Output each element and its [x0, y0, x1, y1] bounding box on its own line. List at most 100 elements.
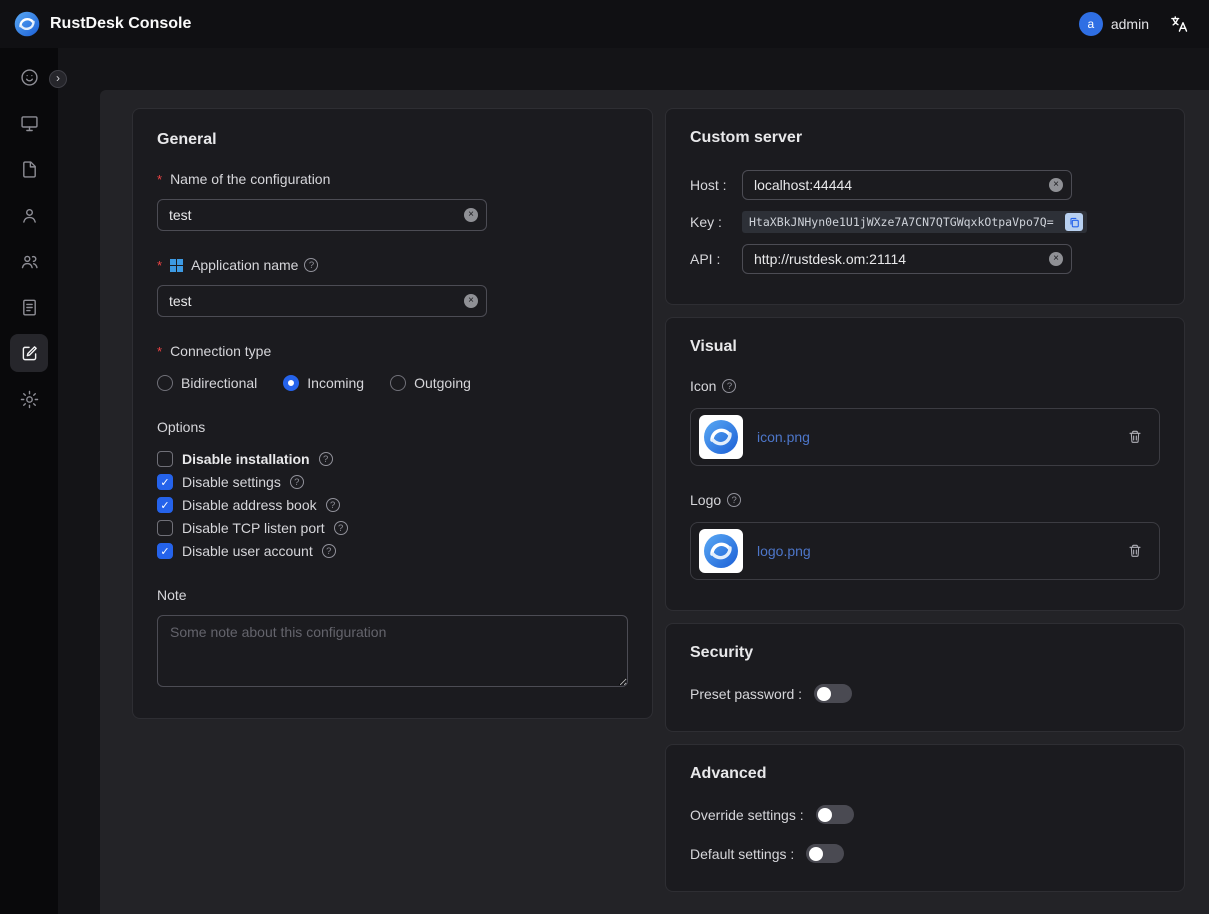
- clear-icon[interactable]: [1049, 252, 1063, 266]
- radio-dot-icon: [157, 375, 173, 391]
- default-settings-toggle[interactable]: [806, 844, 844, 863]
- general-card: General Name of the configuration Applic…: [132, 108, 653, 719]
- checkbox-disable-address-book[interactable]: Disable address book: [157, 497, 628, 513]
- required-asterisk: [157, 343, 164, 359]
- user-menu[interactable]: a admin: [1079, 12, 1149, 36]
- logo-file-box: logo.png: [690, 522, 1160, 580]
- app-title: RustDesk Console: [50, 15, 191, 33]
- custom-server-title: Custom server: [690, 129, 1160, 147]
- host-label: Host :: [690, 177, 742, 193]
- logs-icon: [19, 297, 40, 318]
- translate-icon[interactable]: [1169, 14, 1189, 34]
- preset-password-toggle[interactable]: [814, 684, 852, 703]
- icon-file-box: icon.png: [690, 408, 1160, 466]
- sidebar-item-devices[interactable]: [10, 104, 48, 142]
- delete-icon[interactable]: [1127, 429, 1143, 445]
- options-label: Options: [157, 419, 628, 435]
- radio-dot-icon: [283, 375, 299, 391]
- advanced-card: Advanced Override settings : Default set…: [665, 744, 1185, 892]
- radio-label: Incoming: [307, 375, 364, 391]
- checkbox-icon: [157, 474, 173, 490]
- checkbox-icon: [157, 497, 173, 513]
- copy-icon[interactable]: [1065, 213, 1083, 231]
- icon-label: Icon: [690, 378, 716, 394]
- help-icon[interactable]: [304, 258, 318, 272]
- application-name-input[interactable]: [157, 285, 487, 317]
- checkbox-disable-tcp-listen-port[interactable]: Disable TCP listen port: [157, 520, 628, 536]
- key-value-box: HtaXBkJNHyn0e1U1jWXze7A7CN7QTGWqxkOtpaVp…: [742, 211, 1087, 233]
- help-icon[interactable]: [334, 521, 348, 535]
- api-label: API :: [690, 251, 742, 267]
- default-settings-label: Default settings :: [690, 846, 794, 862]
- clear-icon[interactable]: [464, 208, 478, 222]
- options-checkboxes: Disable installation Disable settings Di…: [157, 451, 628, 559]
- devices-icon: [19, 113, 40, 134]
- checkbox-disable-installation[interactable]: Disable installation: [157, 451, 628, 467]
- toggle-knob: [818, 808, 832, 822]
- group-icon: [19, 251, 40, 272]
- rustdesk-logo-icon: [14, 11, 40, 37]
- radio-incoming[interactable]: Incoming: [283, 375, 364, 391]
- override-settings-toggle[interactable]: [816, 805, 854, 824]
- sidebar: [0, 48, 58, 914]
- help-icon[interactable]: [722, 379, 736, 393]
- top-bar: RustDesk Console a admin: [0, 0, 1209, 48]
- help-icon[interactable]: [322, 544, 336, 558]
- sidebar-item-user[interactable]: [10, 196, 48, 234]
- sidebar-item-dashboard[interactable]: [10, 58, 48, 96]
- document-icon: [19, 159, 40, 180]
- sidebar-item-settings[interactable]: [10, 380, 48, 418]
- key-label: Key :: [690, 214, 742, 230]
- sidebar-item-logs[interactable]: [10, 288, 48, 326]
- checkbox-label: Disable installation: [182, 451, 310, 467]
- help-icon[interactable]: [727, 493, 741, 507]
- toggle-knob: [809, 847, 823, 861]
- note-textarea[interactable]: [157, 615, 628, 687]
- help-icon[interactable]: [290, 475, 304, 489]
- help-icon[interactable]: [326, 498, 340, 512]
- radio-label: Outgoing: [414, 375, 471, 391]
- general-title: General: [157, 131, 628, 149]
- logo-file-link[interactable]: logo.png: [757, 543, 811, 559]
- config-name-input[interactable]: [157, 199, 487, 231]
- checkbox-icon: [157, 451, 173, 467]
- custom-server-card: Custom server Host : Key : HtaXBkJNHyn: [665, 108, 1185, 305]
- username: admin: [1111, 16, 1149, 32]
- delete-icon[interactable]: [1127, 543, 1143, 559]
- radio-dot-icon: [390, 375, 406, 391]
- settings-icon: [19, 389, 40, 410]
- toggle-knob: [817, 687, 831, 701]
- visual-card: Visual Icon: [665, 317, 1185, 611]
- preset-password-label: Preset password :: [690, 686, 802, 702]
- radio-outgoing[interactable]: Outgoing: [390, 375, 471, 391]
- help-icon[interactable]: [319, 452, 333, 466]
- api-input[interactable]: [742, 244, 1072, 274]
- checkbox-label: Disable address book: [182, 497, 317, 513]
- sidebar-item-custom-client[interactable]: [10, 334, 48, 372]
- logo-preview: [699, 529, 743, 573]
- checkbox-label: Disable user account: [182, 543, 313, 559]
- sidebar-item-groups[interactable]: [10, 242, 48, 280]
- config-name-label: Name of the configuration: [170, 171, 330, 187]
- radio-label: Bidirectional: [181, 375, 257, 391]
- host-input[interactable]: [742, 170, 1072, 200]
- dashboard-icon: [19, 67, 40, 88]
- checkbox-label: Disable TCP listen port: [182, 520, 325, 536]
- required-asterisk: [157, 171, 164, 187]
- radio-bidirectional[interactable]: Bidirectional: [157, 375, 257, 391]
- clear-icon[interactable]: [1049, 178, 1063, 192]
- checkbox-icon: [157, 543, 173, 559]
- custom-client-edit-icon: [19, 343, 40, 364]
- clear-icon[interactable]: [464, 294, 478, 308]
- windows-icon: [170, 259, 183, 272]
- icon-file-link[interactable]: icon.png: [757, 429, 810, 445]
- checkbox-icon: [157, 520, 173, 536]
- checkbox-disable-settings[interactable]: Disable settings: [157, 474, 628, 490]
- security-title: Security: [690, 644, 1160, 662]
- note-label: Note: [157, 587, 628, 603]
- override-settings-label: Override settings :: [690, 807, 804, 823]
- sidebar-expand-button[interactable]: [49, 70, 67, 88]
- checkbox-disable-user-account[interactable]: Disable user account: [157, 543, 628, 559]
- sidebar-item-documents[interactable]: [10, 150, 48, 188]
- logo-label: Logo: [690, 492, 721, 508]
